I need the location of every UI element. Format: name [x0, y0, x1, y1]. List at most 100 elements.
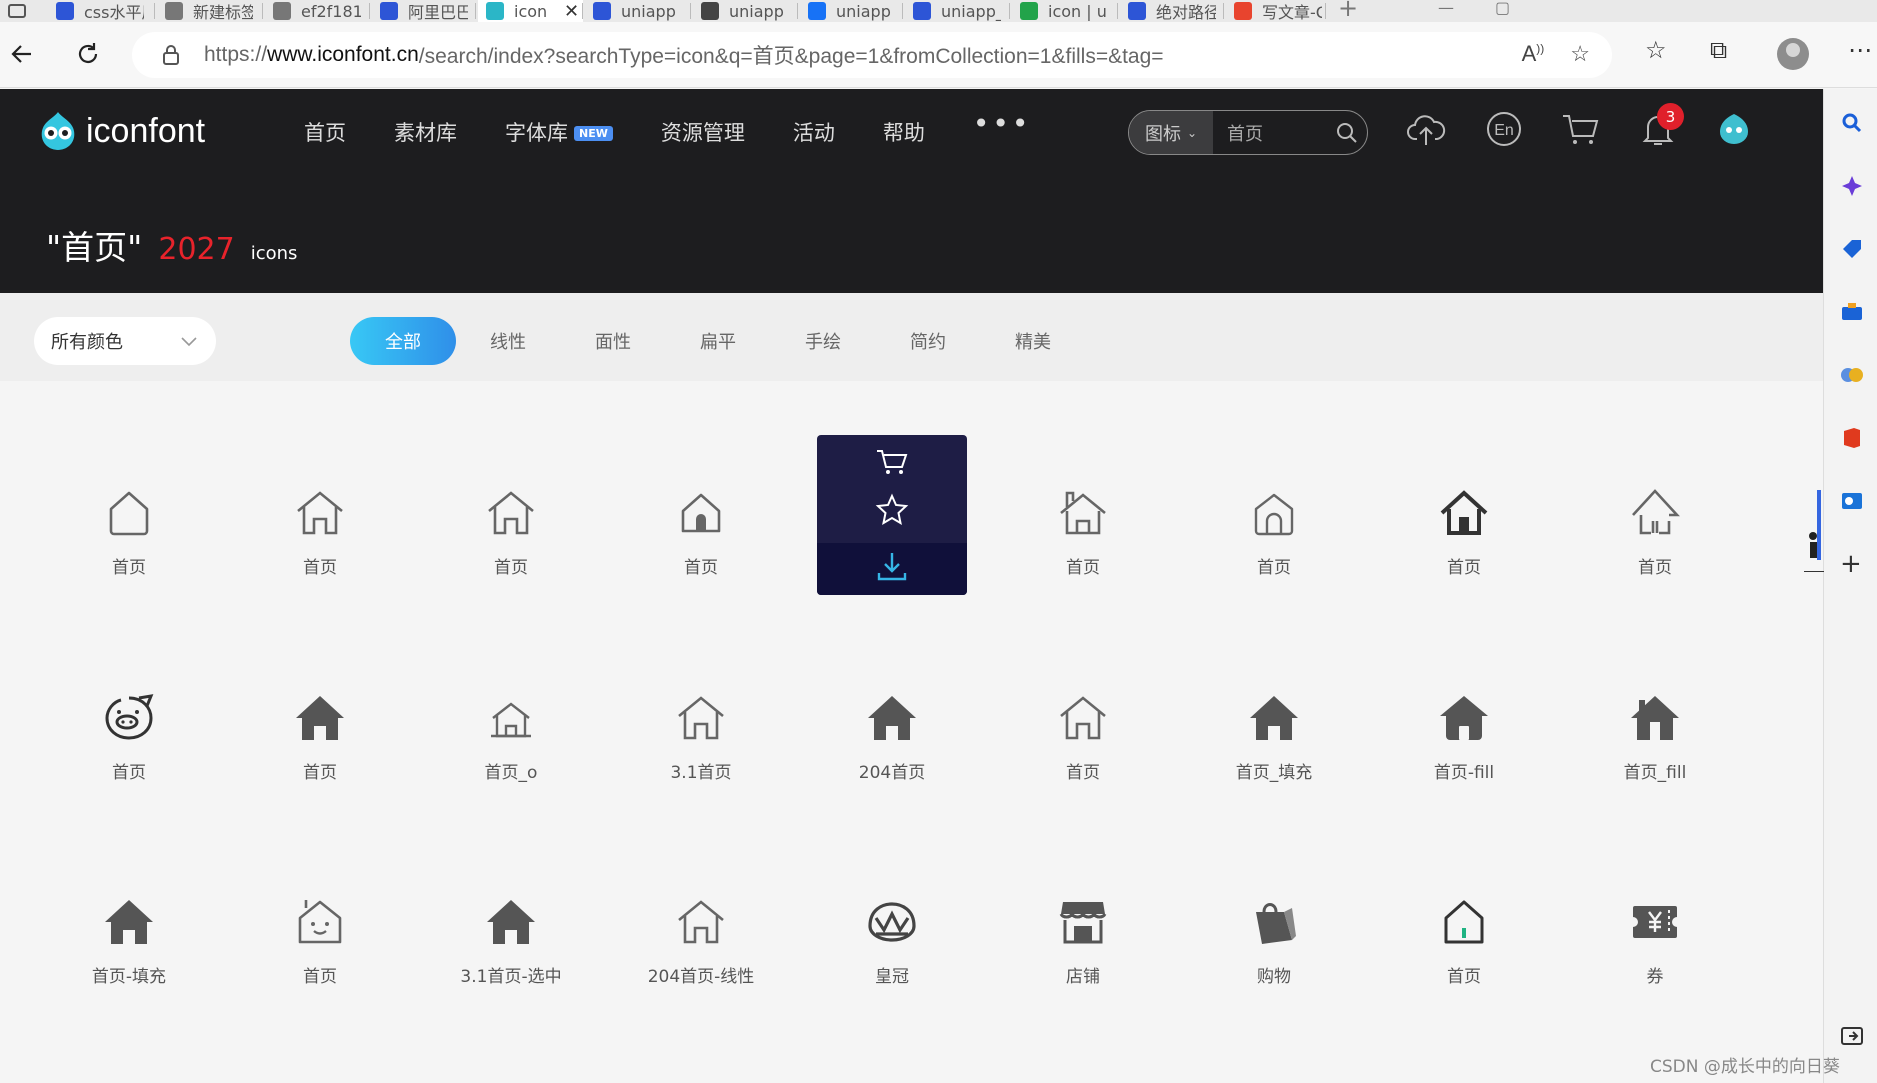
favorites-icon[interactable]: ☆ — [1645, 36, 1667, 64]
sidebar-collapse-icon[interactable] — [1840, 1024, 1864, 1048]
tab-title: 新建标签页 — [193, 3, 253, 22]
games-icon[interactable] — [1840, 363, 1864, 387]
nav-help[interactable]: 帮助 — [883, 117, 925, 147]
icon-card[interactable]: 首页 — [1580, 435, 1730, 595]
cart-button[interactable] — [1558, 107, 1602, 151]
icon-card[interactable]: 3.1首页-选中 — [436, 844, 586, 1004]
add-favorite-icon[interactable]: ☆ — [1570, 41, 1590, 67]
icon-card[interactable]: 首页 — [1008, 640, 1158, 800]
new-tab-button[interactable]: + — [1338, 0, 1358, 22]
icon-card[interactable]: 店铺 — [1008, 844, 1158, 1004]
browser-tab[interactable]: uniapp — [800, 0, 903, 22]
shopping-bag-icon — [1256, 903, 1296, 944]
browser-tab[interactable]: uniapp — [693, 0, 798, 22]
icon-card[interactable]: 首页-填充 — [54, 844, 204, 1004]
icon-card[interactable]: 购物 — [1199, 844, 1349, 1004]
icon-card[interactable]: 首页 — [245, 435, 395, 595]
icon-card[interactable]: 首页 — [626, 435, 776, 595]
icon-card[interactable]: 首页_o — [436, 640, 586, 800]
style-tab-linear[interactable]: 线性 — [478, 317, 538, 365]
style-tab-fill[interactable]: 面性 — [583, 317, 643, 365]
browser-tab[interactable]: icon | un — [1012, 0, 1118, 22]
icon-card[interactable]: 204首页 — [817, 640, 967, 800]
icon-card[interactable]: 首页 — [245, 844, 395, 1004]
color-filter-select[interactable]: 所有颜色 — [34, 317, 216, 365]
icon-card[interactable]: 首页 — [1389, 435, 1539, 595]
icon-card[interactable]: 204首页-线性 — [626, 844, 776, 1004]
icon-name: 首页 — [1447, 967, 1481, 987]
nav-more[interactable]: ••• — [973, 110, 1032, 147]
browser-tab[interactable]: 写文章-C — [1226, 0, 1326, 22]
read-aloud-icon[interactable]: A)) — [1522, 41, 1545, 67]
icon-card[interactable]: 3.1首页 — [626, 640, 776, 800]
more-menu-icon[interactable]: ⋯ — [1848, 36, 1872, 64]
icon-card[interactable]: 首页 — [436, 435, 586, 595]
download-icon[interactable] — [875, 549, 909, 583]
reload-button[interactable] — [72, 38, 104, 70]
logo-text: iconfont — [86, 111, 206, 150]
style-tab-all[interactable]: 全部 — [350, 317, 456, 365]
site-header: iconfont 首页 素材库 字体库 NEW 资源管理 活动 帮助 ••• 图标… — [0, 89, 1823, 293]
profile-avatar[interactable] — [1777, 38, 1809, 70]
browser-tab[interactable]: ef2f1812 — [265, 0, 370, 22]
outlook-icon[interactable] — [1840, 489, 1864, 513]
icon-card[interactable]: 首页-fill — [1389, 640, 1539, 800]
browser-tab[interactable]: 绝对路径 — [1120, 0, 1224, 22]
icon-card-hover[interactable] — [817, 435, 967, 595]
shopping-tag-icon[interactable] — [1840, 237, 1864, 261]
icon-card[interactable]: 首页 — [1199, 435, 1349, 595]
icon-card[interactable]: 首页 — [54, 435, 204, 595]
browser-tab[interactable]: css水平居 — [48, 0, 155, 22]
style-tab-exquisite[interactable]: 精美 — [1003, 317, 1063, 365]
tab-separator — [262, 3, 263, 19]
browser-tab[interactable]: 阿里巴巴 — [372, 0, 476, 22]
house-solid-icon — [296, 696, 344, 740]
icon-card[interactable]: 首页_填充 — [1199, 640, 1349, 800]
url-field[interactable]: https://www.iconfont.cn/search/index?sea… — [132, 32, 1612, 78]
site-logo[interactable]: iconfont — [36, 109, 205, 153]
minimize-button[interactable]: — — [1438, 0, 1454, 17]
browser-tab[interactable]: uniapp_E — [905, 0, 1010, 22]
tools-icon[interactable] — [1840, 300, 1864, 324]
style-tab-handdrawn[interactable]: 手绘 — [793, 317, 853, 365]
search-input[interactable]: 首页 — [1213, 120, 1327, 146]
icon-card[interactable]: 首页 — [1008, 435, 1158, 595]
icon-card[interactable]: 皇冠 — [817, 844, 967, 1004]
search-type-select[interactable]: 图标 ⌄ — [1129, 111, 1213, 154]
nav-fonts[interactable]: 字体库 NEW — [505, 117, 613, 147]
back-button[interactable] — [6, 38, 38, 70]
english-language-icon: En — [1487, 112, 1521, 146]
add-to-cart-icon[interactable] — [875, 447, 909, 477]
upload-button[interactable] — [1404, 107, 1448, 151]
user-avatar[interactable] — [1712, 107, 1756, 151]
office-icon[interactable] — [1840, 426, 1864, 450]
icon-card[interactable]: 首页_fill — [1580, 640, 1730, 800]
coupon-icon — [1629, 906, 1681, 938]
icon-card[interactable]: 首页 — [1389, 844, 1539, 1004]
collections-icon[interactable]: ⧉ — [1710, 36, 1727, 64]
style-tab-simple[interactable]: 简约 — [898, 317, 958, 365]
filter-bar: 所有颜色 全部 线性 面性 扁平 手绘 简约 精美 — [0, 293, 1823, 381]
browser-tab[interactable]: 新建标签页 — [157, 0, 263, 22]
search-icon[interactable] — [1327, 121, 1367, 145]
icon-name: 首页-填充 — [91, 967, 167, 987]
tab-actions-button[interactable] — [0, 0, 40, 22]
maximize-button[interactable]: ▢ — [1495, 0, 1510, 17]
icon-card[interactable]: 首页 — [245, 640, 395, 800]
style-tab-flat[interactable]: 扁平 — [688, 317, 748, 365]
tab-close-icon[interactable]: ✕ — [564, 1, 579, 22]
language-button[interactable]: En — [1482, 107, 1526, 151]
search-icon[interactable] — [1840, 111, 1864, 135]
icon-card[interactable]: 首页 — [54, 640, 204, 800]
browser-tab[interactable]: uniapp — [585, 0, 691, 22]
nav-home[interactable]: 首页 — [304, 117, 346, 147]
browser-tab[interactable]: icon ✕ — [478, 0, 583, 22]
nav-resources[interactable]: 资源管理 — [661, 117, 745, 147]
add-sidebar-app-icon[interactable]: + — [1840, 549, 1864, 579]
collect-star-icon[interactable] — [875, 493, 909, 527]
icon-card[interactable]: 券 — [1580, 844, 1730, 1004]
nav-material[interactable]: 素材库 — [394, 117, 457, 147]
nav-activity[interactable]: 活动 — [793, 117, 835, 147]
copilot-sparkle-icon[interactable] — [1840, 174, 1864, 198]
icon-name: 首页 — [112, 558, 146, 578]
